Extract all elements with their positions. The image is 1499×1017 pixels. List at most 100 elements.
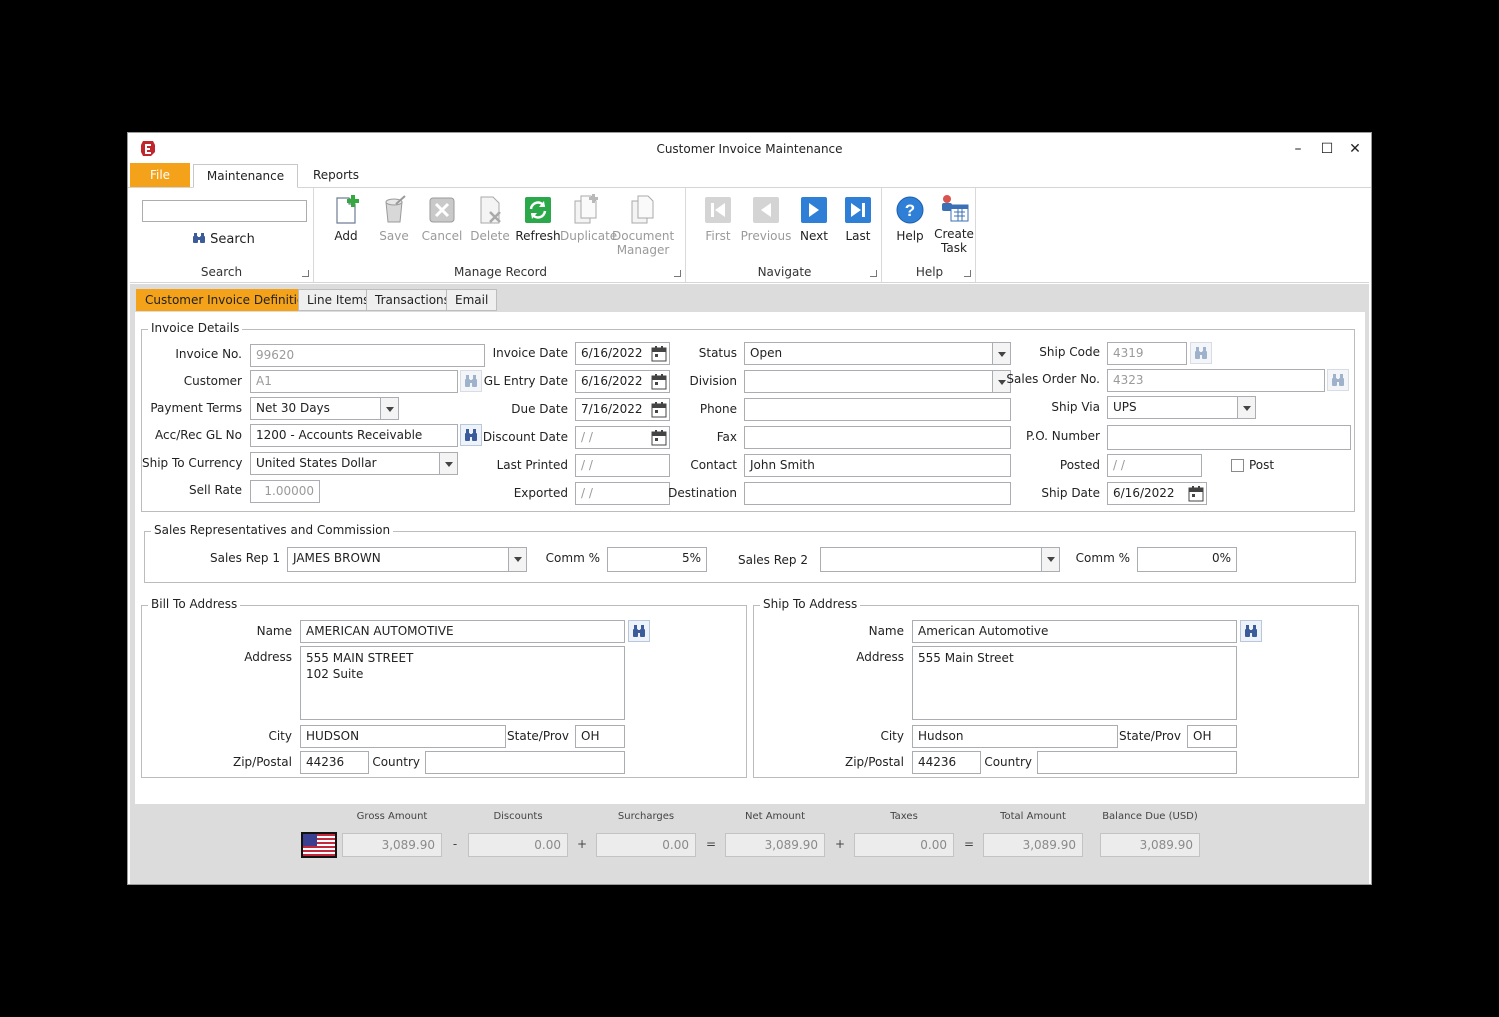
minus-operator: - (452, 837, 458, 851)
tab-reports[interactable]: Reports (306, 164, 366, 188)
ship-to-city-label: City (880, 729, 904, 743)
discount-date-field[interactable]: / / (575, 426, 670, 449)
post-checkbox[interactable] (1231, 459, 1244, 472)
sell-rate-field[interactable]: 1.00000 (250, 480, 320, 503)
exported-field[interactable]: / / (575, 482, 670, 505)
group-expand-icon[interactable] (302, 270, 309, 277)
close-button[interactable]: ✕ (1341, 139, 1369, 159)
save-icon (385, 195, 406, 223)
bill-to-city-label: City (268, 729, 292, 743)
maximize-button[interactable]: ☐ (1313, 139, 1341, 159)
tab-maintenance[interactable]: Maintenance (193, 164, 298, 188)
due-date-field[interactable]: 7/16/2022 (575, 398, 670, 421)
ship-code-lookup-button[interactable] (1190, 342, 1212, 364)
chevron-down-icon[interactable] (380, 398, 398, 419)
ship-to-country-field[interactable] (1037, 751, 1237, 774)
acc-rec-gl-field[interactable]: 1200 - Accounts Receivable (250, 424, 458, 447)
sales-rep-1-select[interactable]: JAMES BROWN (287, 547, 527, 572)
ship-to-section: Ship To Address Name American Automotive… (753, 597, 1359, 778)
sales-rep-2-select[interactable] (820, 547, 1060, 572)
chevron-down-icon[interactable] (1041, 548, 1059, 571)
bill-to-address-field[interactable]: 555 MAIN STREET 102 Suite (300, 646, 625, 720)
content-area: Customer Invoice Definition Line Items T… (130, 284, 1369, 884)
chevron-down-icon[interactable] (439, 453, 457, 474)
customer-field[interactable]: A1 (250, 370, 458, 393)
bill-to-lookup-button[interactable] (628, 620, 650, 642)
destination-field[interactable] (744, 482, 1011, 505)
ship-to-state-field[interactable]: OH (1187, 725, 1237, 748)
delete-button[interactable]: Delete (464, 194, 516, 243)
division-select[interactable] (744, 370, 1011, 393)
ship-to-city-field[interactable]: Hudson (912, 725, 1118, 748)
group-expand-icon[interactable] (964, 270, 971, 277)
group-expand-icon[interactable] (674, 270, 681, 277)
duplicate-button[interactable]: Duplicate (560, 194, 617, 243)
po-number-field[interactable] (1107, 425, 1351, 450)
calendar-icon[interactable] (1188, 485, 1204, 502)
document-manager-button[interactable]: Document Manager (612, 194, 674, 257)
invoice-no-field[interactable]: 99620 (250, 344, 485, 367)
tab-transactions[interactable]: Transactions (366, 289, 459, 311)
chevron-down-icon[interactable] (1237, 397, 1255, 418)
sales-rep-2-label: Sales Rep 2 (737, 553, 808, 567)
gl-entry-date-field[interactable]: 6/16/2022 (575, 370, 670, 393)
bill-to-state-field[interactable]: OH (575, 725, 625, 748)
sales-order-no-field[interactable]: 4323 (1107, 369, 1325, 392)
help-group: ? Help Create Task Help (884, 188, 976, 282)
refresh-button[interactable]: Refresh (512, 194, 564, 243)
ship-to-lookup-button[interactable] (1240, 620, 1262, 642)
fax-field[interactable] (744, 426, 1011, 449)
bill-to-name-field[interactable]: AMERICAN AUTOMOTIVE (300, 620, 625, 643)
phone-field[interactable] (744, 398, 1011, 421)
group-expand-icon[interactable] (870, 270, 877, 277)
add-button[interactable]: Add (320, 194, 372, 243)
sales-order-lookup-button[interactable] (1327, 369, 1349, 391)
ship-to-zip-field[interactable]: 44236 (912, 751, 981, 774)
payment-terms-label: Payment Terms (150, 401, 242, 415)
tab-file[interactable]: File (130, 163, 190, 187)
save-button[interactable]: Save (368, 194, 420, 243)
posted-field[interactable]: / / (1107, 454, 1202, 477)
cancel-button[interactable]: Cancel (416, 194, 468, 243)
contact-field[interactable]: John Smith (744, 454, 1011, 477)
ship-code-field[interactable]: 4319 (1107, 342, 1187, 365)
chevron-down-icon[interactable] (508, 548, 526, 571)
ship-to-currency-label: Ship To Currency (142, 456, 243, 470)
bill-to-zip-field[interactable]: 44236 (300, 751, 369, 774)
status-select[interactable]: Open (744, 342, 1011, 365)
tab-email[interactable]: Email (446, 289, 498, 311)
invoice-date-field[interactable]: 6/16/2022 (575, 342, 670, 365)
ship-via-select[interactable]: UPS (1107, 396, 1256, 419)
comm-1-field[interactable]: 5% (607, 547, 707, 572)
comm-2-field[interactable]: 0% (1137, 547, 1237, 572)
equals-operator: = (963, 837, 975, 851)
comm-2-label: Comm % (1075, 551, 1130, 565)
bill-to-city-field[interactable]: HUDSON (300, 725, 506, 748)
ship-to-zip-label: Zip/Postal (844, 755, 904, 769)
first-button[interactable]: First (692, 194, 744, 243)
save-label: Save (379, 229, 409, 243)
tab-customer-invoice-definition[interactable]: Customer Invoice Definition (136, 289, 321, 311)
title-bar: Customer Invoice Maintenance – ☐ ✕ (128, 133, 1371, 165)
ship-to-address-field[interactable]: 555 Main Street (912, 646, 1237, 720)
customer-label: Customer (183, 374, 242, 388)
due-date-label: Due Date (511, 402, 568, 416)
status-label: Status (698, 346, 737, 360)
payment-terms-select[interactable]: Net 30 Days (250, 397, 399, 420)
search-input[interactable] (142, 200, 307, 222)
gl-entry-date-label: GL Entry Date (483, 374, 568, 388)
last-printed-field[interactable]: / / (575, 454, 670, 477)
surcharges-field: 0.00 (596, 833, 696, 857)
ship-to-currency-select[interactable]: United States Dollar (250, 452, 458, 475)
ship-to-name-field[interactable]: American Automotive (912, 620, 1237, 643)
bill-to-country-field[interactable] (425, 751, 625, 774)
last-button[interactable]: Last (832, 194, 884, 243)
search-button[interactable]: Search (192, 232, 255, 247)
invoice-date-label: Invoice Date (492, 346, 568, 360)
previous-button[interactable]: Previous (740, 194, 792, 243)
create-task-button[interactable]: Create Task (928, 192, 980, 255)
net-amount-field: 3,089.90 (725, 833, 825, 857)
minimize-button[interactable]: – (1284, 139, 1312, 159)
help-icon: ? (896, 196, 924, 224)
ship-date-field[interactable]: 6/16/2022 (1107, 482, 1207, 505)
